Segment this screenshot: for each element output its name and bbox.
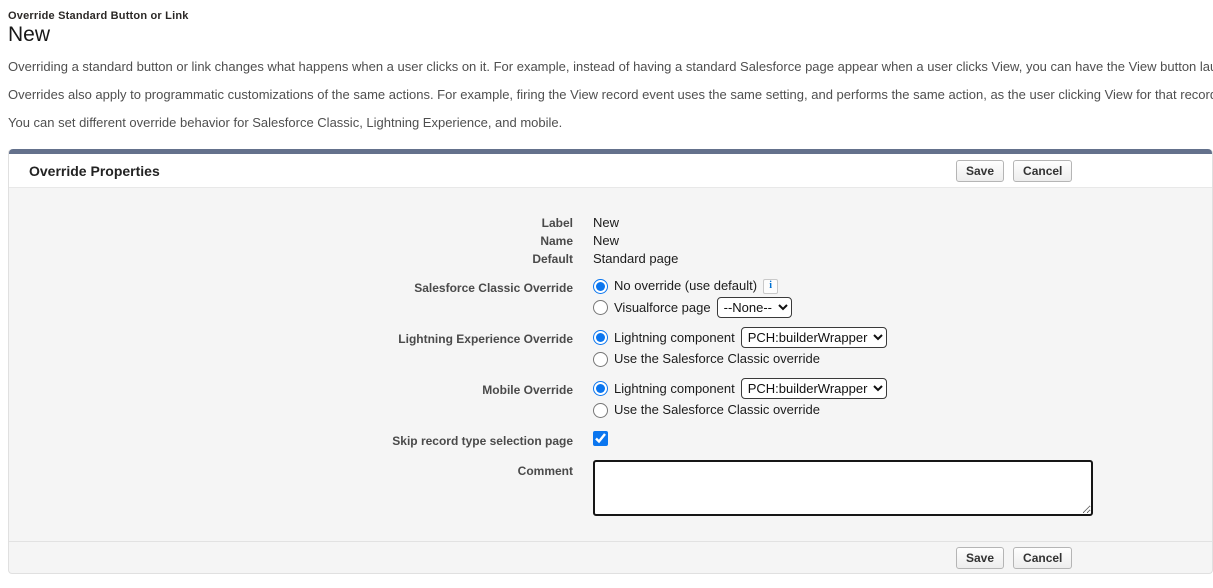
skip-record-type-row: Skip record type selection page xyxy=(9,431,1212,451)
lex-lightning-component-radio-label: Lightning component xyxy=(614,329,735,347)
visualforce-page-option: Visualforce page --None-- xyxy=(593,297,792,318)
cancel-button-top[interactable]: Cancel xyxy=(1013,160,1072,182)
lex-use-classic-radio-label: Use the Salesforce Classic override xyxy=(614,350,820,368)
lex-use-classic-option: Use the Salesforce Classic override xyxy=(593,349,887,369)
visualforce-page-radio-label: Visualforce page xyxy=(614,299,711,317)
no-override-radio-label: No override (use default) xyxy=(614,277,757,295)
skip-record-type-label: Skip record type selection page xyxy=(9,433,573,449)
default-field-row: Default Standard page xyxy=(9,250,1212,268)
form-area: Label New Name New Default Standard page… xyxy=(9,188,1212,541)
comment-label: Comment xyxy=(9,460,573,480)
lex-use-classic-radio[interactable] xyxy=(593,352,608,367)
mobile-lightning-component-radio-label: Lightning component xyxy=(614,380,735,398)
description-line-2: Overrides also apply to programmatic cus… xyxy=(8,87,1213,103)
lex-override-row: Lightning Experience Override Lightning … xyxy=(9,327,1212,370)
page-header: Override Standard Button or Link New Ove… xyxy=(0,0,1213,131)
section-footer: Save Cancel xyxy=(9,541,1212,573)
default-field-value: Standard page xyxy=(593,250,678,268)
save-button-bottom[interactable]: Save xyxy=(956,547,1004,569)
name-field-value: New xyxy=(593,232,619,250)
visualforce-page-select[interactable]: --None-- xyxy=(717,297,792,318)
mobile-override-row: Mobile Override Lightning component PCH:… xyxy=(9,378,1212,421)
mobile-use-classic-radio[interactable] xyxy=(593,403,608,418)
lex-override-label: Lightning Experience Override xyxy=(9,327,573,348)
section-header: Override Properties Save Cancel xyxy=(9,154,1212,188)
comment-row: Comment xyxy=(9,460,1212,521)
save-button-top[interactable]: Save xyxy=(956,160,1004,182)
cancel-button-bottom[interactable]: Cancel xyxy=(1013,547,1072,569)
mobile-use-classic-option: Use the Salesforce Classic override xyxy=(593,400,887,420)
override-properties-section: Override Properties Save Cancel Label Ne… xyxy=(8,149,1213,574)
default-field-label: Default xyxy=(9,250,573,268)
name-field-row: Name New xyxy=(9,232,1212,250)
mobile-lightning-component-select[interactable]: PCH:builderWrapper xyxy=(741,378,887,399)
label-field-value: New xyxy=(593,214,619,232)
top-button-group: Save Cancel xyxy=(956,160,1072,182)
no-override-radio[interactable] xyxy=(593,279,608,294)
page-title: New xyxy=(8,23,1213,46)
classic-override-row: Salesforce Classic Override No override … xyxy=(9,276,1212,319)
name-field-label: Name xyxy=(9,232,573,250)
mobile-lightning-component-option: Lightning component PCH:builderWrapper xyxy=(593,378,887,399)
no-override-option: No override (use default) i xyxy=(593,276,792,296)
comment-textarea[interactable] xyxy=(593,460,1093,516)
info-icon[interactable]: i xyxy=(763,279,778,294)
section-title: Override Properties xyxy=(9,163,160,179)
label-field-label: Label xyxy=(9,214,573,232)
mobile-lightning-component-radio[interactable] xyxy=(593,381,608,396)
label-field-row: Label New xyxy=(9,214,1212,232)
breadcrumb: Override Standard Button or Link xyxy=(8,10,1213,22)
bottom-button-group: Save Cancel xyxy=(956,547,1072,569)
lex-lightning-component-select[interactable]: PCH:builderWrapper xyxy=(741,327,887,348)
description-line-1: Overriding a standard button or link cha… xyxy=(8,59,1213,75)
visualforce-page-radio[interactable] xyxy=(593,300,608,315)
skip-record-type-checkbox[interactable] xyxy=(593,431,608,446)
lex-lightning-component-option: Lightning component PCH:builderWrapper xyxy=(593,327,887,348)
mobile-override-label: Mobile Override xyxy=(9,378,573,399)
classic-override-label: Salesforce Classic Override xyxy=(9,276,573,297)
description-line-3: You can set different override behavior … xyxy=(8,115,1213,131)
lex-lightning-component-radio[interactable] xyxy=(593,330,608,345)
mobile-use-classic-radio-label: Use the Salesforce Classic override xyxy=(614,401,820,419)
